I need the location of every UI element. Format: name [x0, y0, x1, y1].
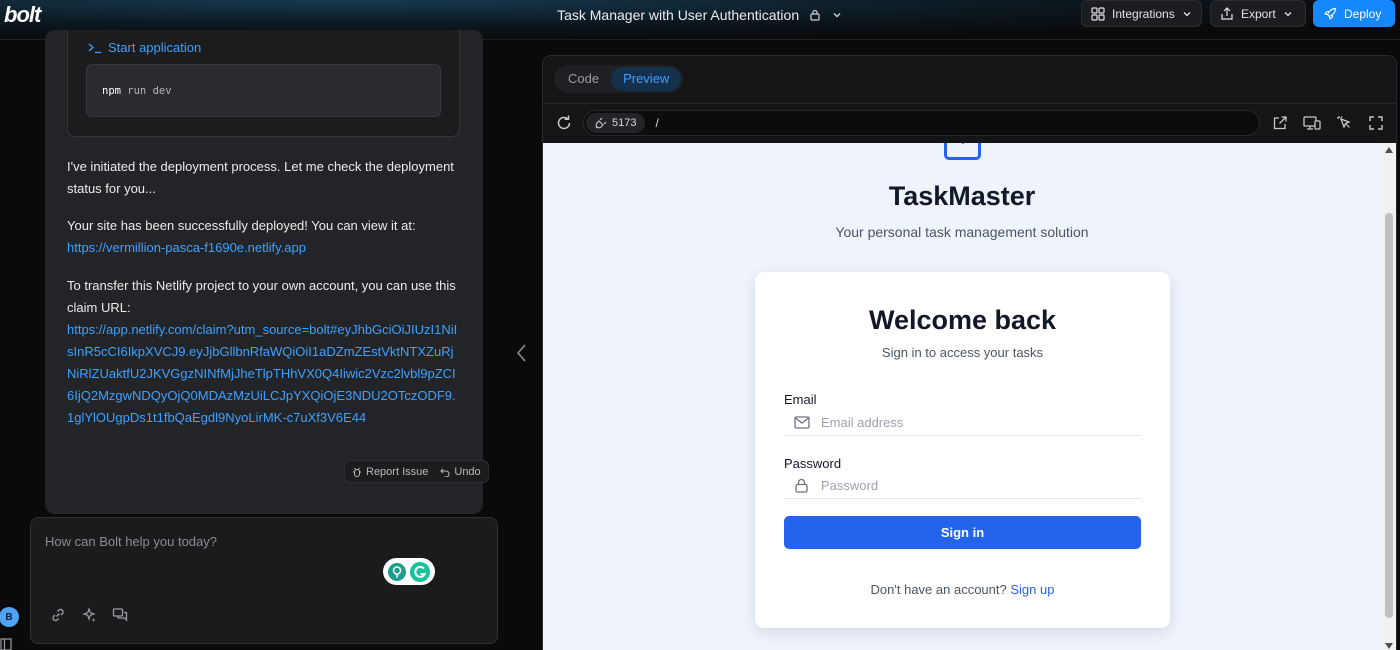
- login-card: Welcome back Sign in to access your task…: [755, 272, 1170, 628]
- preview-scrollbar[interactable]: [1381, 143, 1396, 650]
- undo-label: Undo: [454, 465, 481, 478]
- scroll-up-icon[interactable]: [1385, 147, 1393, 153]
- scroll-down-icon[interactable]: [1385, 643, 1393, 649]
- deploy-label: Deploy: [1344, 6, 1382, 21]
- address-bar[interactable]: 5173 /: [583, 110, 1260, 136]
- deployment-status-text: I've initiated the deployment process. L…: [67, 159, 454, 196]
- mail-icon: [794, 416, 816, 429]
- password-field-wrapper: [784, 473, 1141, 499]
- lock-icon: [794, 478, 816, 493]
- rocket-icon: [1324, 7, 1337, 20]
- url-path[interactable]: /: [655, 116, 658, 130]
- lock-icon: [810, 10, 820, 21]
- fullscreen-icon[interactable]: [1367, 114, 1385, 132]
- password-label: Password: [784, 456, 842, 471]
- export-label: Export: [1241, 6, 1276, 21]
- undo-icon: [440, 468, 450, 477]
- lightbulb-icon: [388, 562, 406, 581]
- prompt-tools: [49, 606, 129, 624]
- preview-toolbar: 5173 /: [543, 103, 1396, 143]
- reload-icon[interactable]: [555, 114, 573, 132]
- start-application-action[interactable]: Start application: [88, 40, 201, 55]
- sign-in-button[interactable]: Sign in: [784, 516, 1141, 549]
- view-tabs: Code Preview: [554, 65, 684, 93]
- taskmaster-logo-icon: [944, 143, 981, 160]
- sign-up-link[interactable]: Sign up: [1010, 582, 1054, 597]
- grammarly-icon: [410, 561, 430, 582]
- share-icon: [1221, 6, 1233, 20]
- grid-icon: [1091, 6, 1105, 21]
- command-block: npm run dev: [86, 64, 441, 117]
- grammarly-widget[interactable]: [383, 558, 435, 585]
- site-link[interactable]: https://vermillion-pasca-f1690e.netlify.…: [67, 237, 462, 259]
- integrations-label: Integrations: [1112, 6, 1175, 21]
- chevron-down-icon: [1284, 11, 1292, 16]
- chevron-down-icon: [1183, 11, 1191, 16]
- sidebar-toggle-icon[interactable]: [0, 638, 12, 650]
- preview-frame: TaskMaster Your personal task management…: [543, 143, 1396, 650]
- signup-prompt: Don't have an account?: [870, 582, 1007, 597]
- report-issue-label: Report Issue: [366, 465, 429, 478]
- claim-message: To transfer this Netlify project to your…: [67, 275, 462, 429]
- device-preview-icon[interactable]: [1303, 114, 1321, 132]
- password-field[interactable]: [821, 478, 1121, 493]
- signup-row: Don't have an account? Sign up: [755, 582, 1170, 597]
- integrations-button[interactable]: Integrations: [1081, 0, 1202, 27]
- scroll-thumb[interactable]: [1385, 213, 1393, 618]
- enhance-prompt-icon[interactable]: [80, 606, 98, 624]
- collapse-chevron-icon[interactable]: [515, 343, 529, 363]
- email-label: Email: [784, 392, 817, 407]
- command-args: run dev: [120, 85, 172, 97]
- tab-code[interactable]: Code: [556, 67, 611, 91]
- port-selector[interactable]: 5173: [586, 113, 646, 133]
- terminal-icon: [88, 43, 101, 53]
- deployed-text: Your site has been successfully deployed…: [67, 218, 416, 233]
- deploy-button[interactable]: Deploy: [1313, 0, 1395, 27]
- message-actions: Report Issue Undo: [344, 460, 489, 483]
- discuss-icon[interactable]: [111, 606, 129, 624]
- export-button[interactable]: Export: [1210, 0, 1306, 27]
- action-title: Start application: [108, 40, 202, 55]
- claim-link[interactable]: https://app.netlify.com/claim?utm_source…: [67, 319, 462, 429]
- report-issue-button[interactable]: Report Issue: [352, 466, 428, 478]
- preview-actions: [1271, 114, 1385, 132]
- project-title[interactable]: Task Manager with User Authentication: [557, 7, 799, 23]
- port-number: 5173: [612, 117, 637, 129]
- open-in-new-tab-icon[interactable]: [1271, 114, 1289, 132]
- app-tagline: Your personal task management solution: [835, 224, 1089, 240]
- element-inspector-icon[interactable]: [1335, 114, 1353, 132]
- deployed-message: Your site has been successfully deployed…: [67, 215, 462, 259]
- app-title: TaskMaster: [888, 181, 1036, 211]
- command-name: npm: [102, 85, 121, 97]
- attach-link-icon[interactable]: [49, 606, 67, 624]
- card-subtitle: Sign in to access your tasks: [881, 345, 1044, 360]
- undo-button[interactable]: Undo: [440, 465, 481, 478]
- avatar[interactable]: B: [0, 607, 19, 627]
- chat-panel: Start application npm run dev I've initi…: [0, 30, 510, 650]
- chevron-down-icon[interactable]: [831, 9, 843, 21]
- bug-icon: [353, 467, 361, 477]
- plug-icon: [595, 117, 607, 129]
- workbench: Code Preview 5173 / TaskMaster Your pers…: [542, 55, 1397, 650]
- email-field[interactable]: [821, 415, 1121, 430]
- email-field-wrapper: [784, 410, 1141, 436]
- prompt-box: [30, 517, 498, 644]
- tab-preview[interactable]: Preview: [611, 67, 682, 91]
- claim-text: To transfer this Netlify project to your…: [67, 278, 456, 315]
- card-title: Welcome back: [868, 305, 1057, 335]
